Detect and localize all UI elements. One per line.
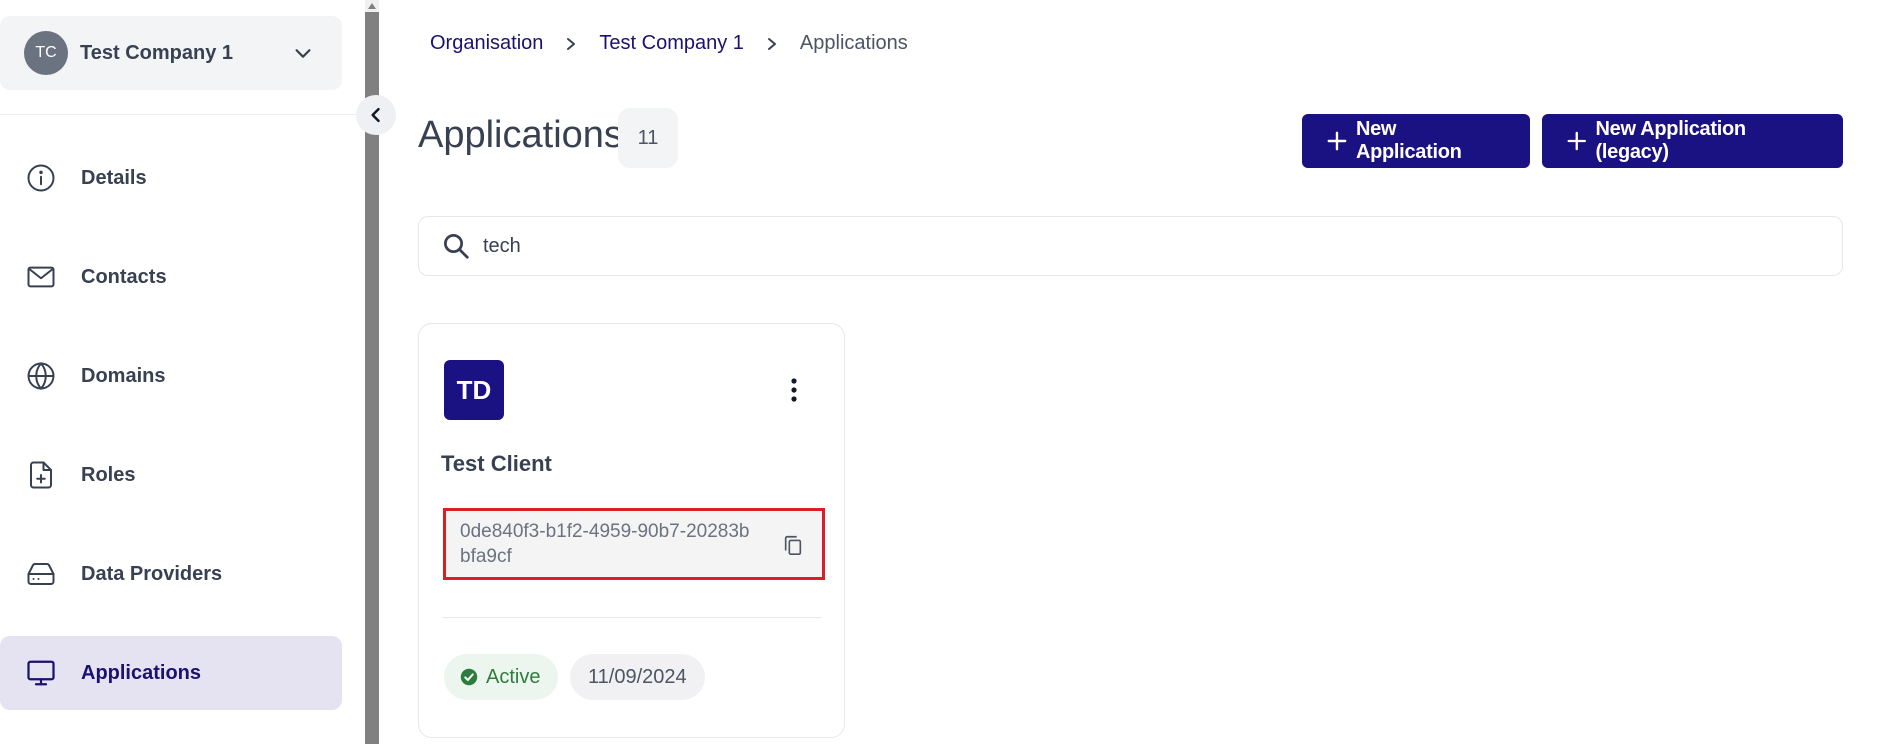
org-avatar: TC [24,31,68,75]
applications-count-badge: 11 [618,108,678,168]
client-id-box: 0de840f3-b1f2-4959-90b7-20283bbfa9cf [443,508,825,580]
application-avatar: TD [444,360,504,420]
plus-icon [1327,131,1347,151]
status-badge: Active [444,654,559,700]
card-divider [443,617,821,618]
search-input[interactable] [483,234,1783,258]
search-box[interactable] [418,216,1843,276]
check-circle-icon [460,668,478,686]
chevron-left-icon [371,107,380,123]
sidebar: TC Test Company 1 Details Contacts Domai… [0,0,365,744]
copy-icon[interactable] [782,533,804,557]
file-plus-icon [26,460,56,490]
search-icon [444,234,469,259]
org-name: Test Company 1 [80,41,233,64]
sidebar-item-label: Roles [81,463,136,486]
globe-icon [26,361,56,391]
breadcrumb-organisation[interactable]: Organisation [430,32,543,55]
info-icon [26,163,56,193]
new-application-label: New Application [1355,118,1462,163]
chevron-right-icon [767,37,776,50]
more-vertical-icon [791,378,797,402]
status-label: Active [486,665,541,688]
org-switcher[interactable]: TC Test Company 1 [0,16,342,90]
page-title: Applications [418,114,623,156]
breadcrumb-company[interactable]: Test Company 1 [599,32,744,55]
card-menu-button[interactable] [779,372,809,408]
chevron-down-icon [295,49,311,58]
sidebar-divider [0,114,365,115]
sidebar-item-label: Data Providers [81,562,223,585]
sidebar-item-domains[interactable]: Domains [0,339,342,413]
application-title: Test Client [441,451,552,476]
client-id-text: 0de840f3-b1f2-4959-90b7-20283bbfa9cf [460,521,750,567]
new-application-button[interactable]: New Application [1302,114,1530,168]
plus-icon [1567,131,1586,151]
chevron-right-icon [567,37,576,50]
scroll-up-arrow-icon[interactable] [365,0,379,12]
sidebar-item-label: Details [81,166,147,189]
date-badge: 11/09/2024 [570,654,705,700]
sidebar-item-contacts[interactable]: Contacts [0,240,342,314]
sidebar-item-roles[interactable]: Roles [0,438,342,512]
hard-drive-icon [26,559,56,589]
sidebar-item-details[interactable]: Details [0,141,342,215]
application-card[interactable]: TD Test Client 0de840f3-b1f2-4959-90b7-2… [418,323,845,738]
sidebar-item-data-providers[interactable]: Data Providers [0,537,342,611]
sidebar-item-label: Domains [81,364,166,387]
new-application-legacy-button[interactable]: New Application (legacy) [1542,114,1843,168]
sidebar-item-label: Contacts [81,265,167,288]
breadcrumb-current: Applications [799,32,908,54]
mail-icon [26,262,56,292]
new-application-legacy-label: New Application (legacy) [1595,118,1747,163]
breadcrumb: Organisation Test Company 1 Applications [430,32,908,55]
monitor-icon [26,658,56,688]
sidebar-item-applications[interactable]: Applications [0,636,342,710]
collapse-sidebar-button[interactable] [356,95,396,135]
sidebar-item-label: Applications [81,661,202,684]
